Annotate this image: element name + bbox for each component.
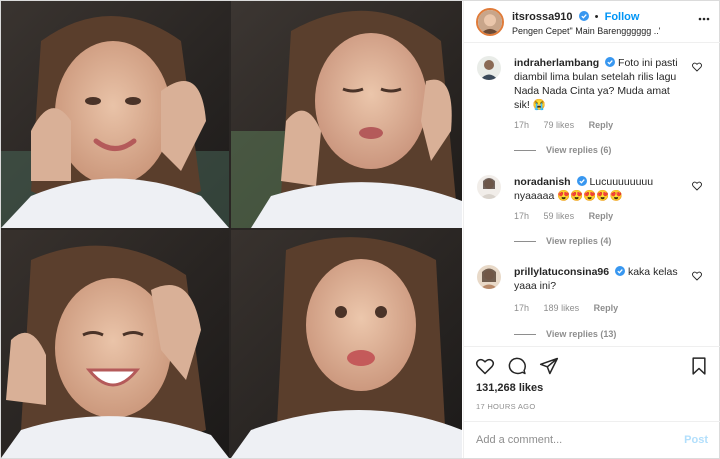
post-actions: 131,268 likes 17 HOURS AGO [464, 346, 720, 416]
verified-icon [605, 57, 616, 67]
post-sidebar: itsrossa910 • Follow Pengen Cepet" Main … [463, 1, 720, 458]
add-comment-input[interactable] [476, 430, 676, 450]
photo-tile-laughing [1, 230, 229, 458]
comment-meta: 17h 79 likes Reply [514, 120, 625, 130]
comment-like-icon[interactable] [692, 181, 702, 191]
follow-button[interactable]: Follow [605, 11, 640, 23]
photo-tile-pout [231, 1, 462, 228]
commenter-avatar[interactable] [477, 175, 501, 199]
share-paper-plane-icon[interactable] [539, 356, 559, 376]
bookmark-icon[interactable] [689, 356, 709, 376]
comment-likes[interactable]: 189 likes [544, 303, 580, 313]
comment-body: noradanish Lucuuuuuuuu nyaaaaa 😍😍😍😍😍 [514, 175, 686, 203]
comment-bubble-icon[interactable] [507, 356, 527, 376]
follow-separator: • [594, 11, 599, 23]
comment-username[interactable]: indraherlambang [514, 57, 599, 69]
comment-username[interactable]: noradanish [514, 176, 571, 188]
author-line: itsrossa910 • Follow [512, 11, 639, 23]
post-caption: Pengen Cepet" Main Barengggggg ..' [512, 26, 661, 36]
post-photo[interactable] [1, 1, 462, 458]
comment-likes[interactable]: 59 likes [544, 211, 575, 221]
author-username[interactable]: itsrossa910 [512, 11, 573, 23]
post-likes-count[interactable]: 131,268 likes [476, 382, 543, 394]
post-comment-button[interactable]: Post [684, 434, 708, 446]
verified-icon [578, 11, 589, 21]
view-replies-label: View replies (4) [546, 236, 612, 246]
replies-divider [514, 150, 536, 152]
reply-button[interactable]: Reply [589, 211, 614, 221]
comment-body: prillylatuconsina96 kaka kelas yaaa ini? [514, 265, 686, 293]
comment-meta: 17h 189 likes Reply [514, 303, 630, 313]
comment-likes[interactable]: 79 likes [544, 120, 575, 130]
author-avatar[interactable] [476, 8, 504, 36]
comment-like-icon[interactable] [692, 62, 702, 72]
commenter-avatar[interactable] [477, 265, 501, 289]
photo-tile-puffed [231, 230, 462, 458]
reply-button[interactable]: Reply [589, 120, 614, 130]
post-header: itsrossa910 • Follow Pengen Cepet" Main … [464, 1, 720, 43]
verified-icon [615, 266, 626, 276]
view-replies-button[interactable]: View replies (4) [514, 236, 611, 246]
add-comment-bar: Post [464, 421, 720, 458]
comment-meta: 17h 59 likes Reply [514, 211, 625, 221]
comment-like-icon[interactable] [692, 271, 702, 281]
view-replies-label: View replies (6) [546, 145, 612, 155]
comment-time: 17h [514, 303, 530, 313]
more-options-icon[interactable] [698, 13, 710, 25]
verified-icon [576, 176, 587, 186]
like-heart-icon[interactable] [475, 356, 495, 376]
commenter-avatar[interactable] [477, 56, 501, 80]
comment-time: 17h [514, 120, 530, 130]
reply-button[interactable]: Reply [594, 303, 619, 313]
comment-username[interactable]: prillylatuconsina96 [514, 266, 609, 278]
post-timestamp: 17 HOURS AGO [476, 402, 536, 411]
view-replies-button[interactable]: View replies (6) [514, 145, 611, 155]
replies-divider [514, 241, 536, 243]
comment-list[interactable]: indraherlambang Foto ini pasti diambil l… [464, 44, 720, 346]
view-replies-label: View replies (13) [546, 329, 617, 339]
comment-body: indraherlambang Foto ini pasti diambil l… [514, 56, 686, 112]
photo-tile-smiling [1, 1, 229, 228]
view-replies-button[interactable]: View replies (13) [514, 329, 616, 339]
replies-divider [514, 334, 536, 336]
comment-time: 17h [514, 211, 530, 221]
